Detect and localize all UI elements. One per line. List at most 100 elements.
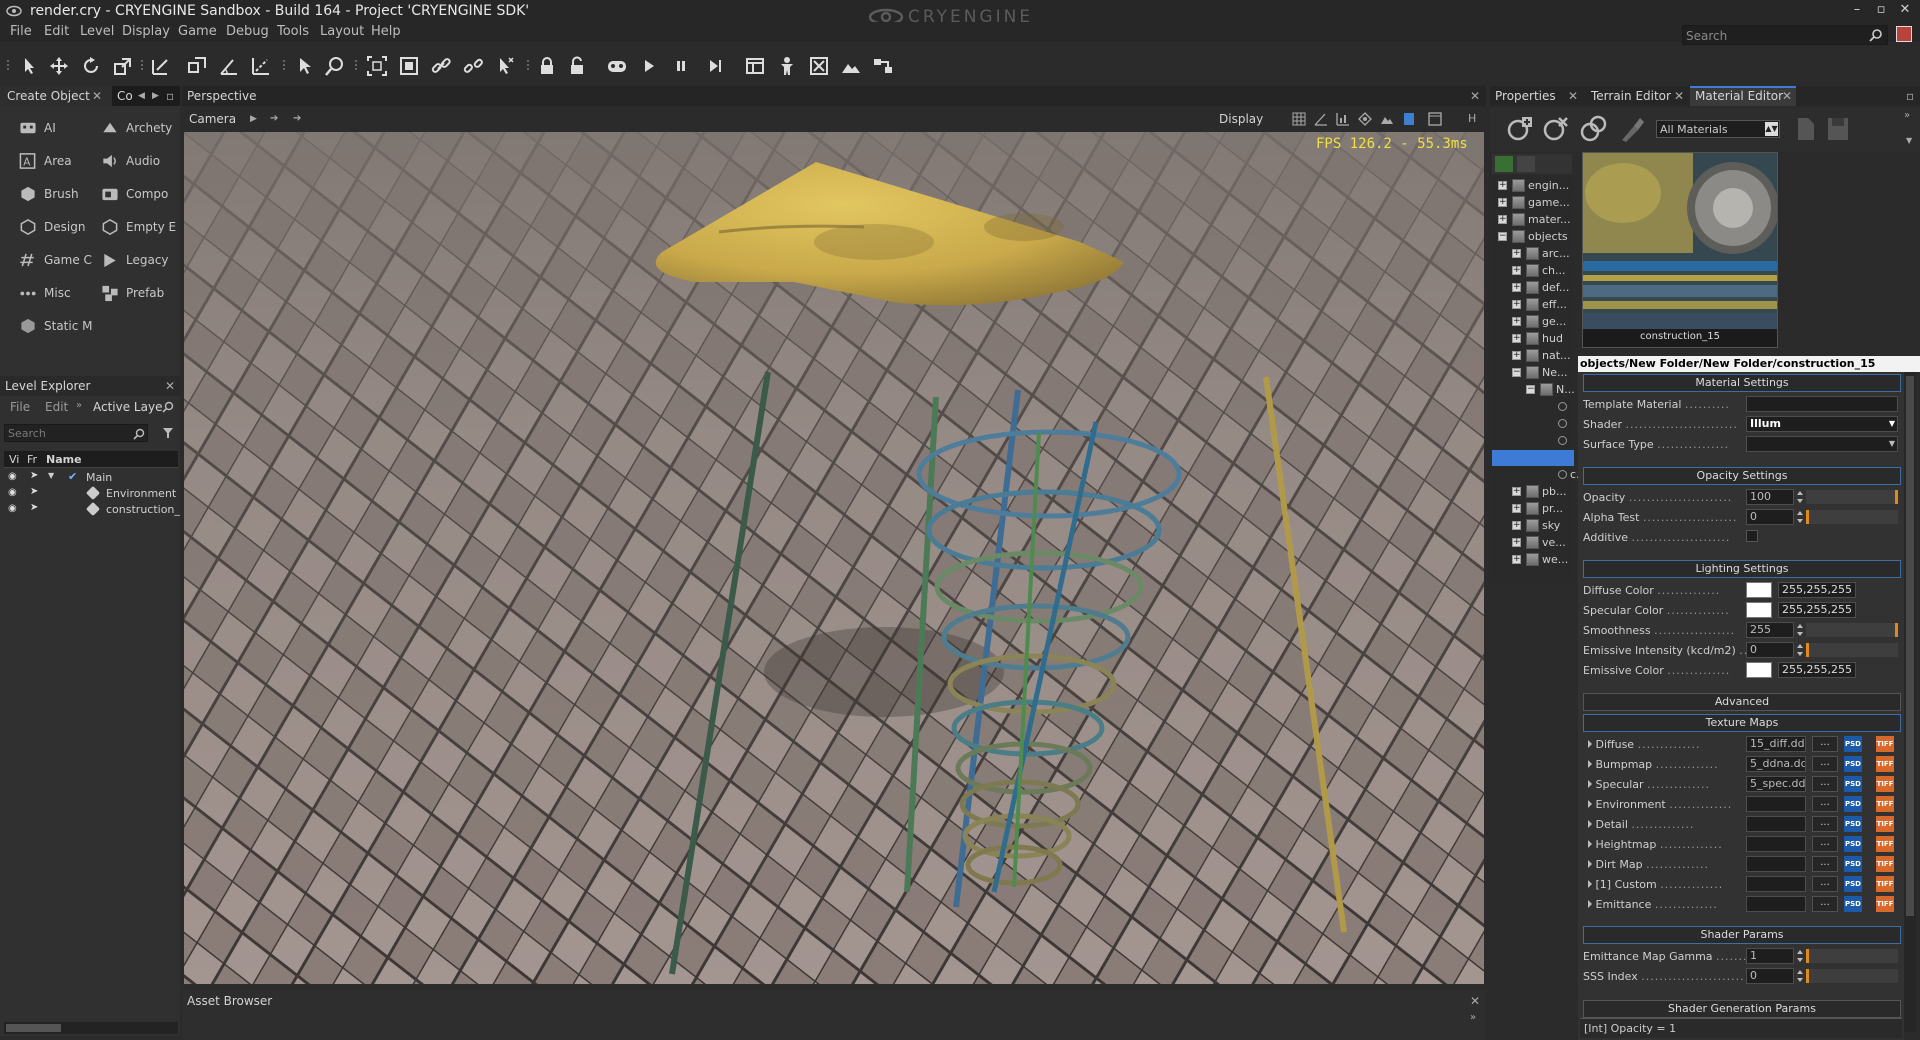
expand-toggle-icon[interactable]: + [1512, 300, 1521, 309]
expand-toggle-icon[interactable]: + [1498, 181, 1507, 190]
open-in-photoshop-icon[interactable]: PSD [1844, 876, 1862, 892]
close-window-button[interactable]: ✕ [1894, 2, 1916, 18]
emittance-gamma-spinner[interactable] [1796, 948, 1804, 964]
cursor-icon[interactable]: ➤ [30, 470, 38, 481]
expand-toggle-icon[interactable]: + [1512, 317, 1521, 326]
texture-maps-header[interactable]: Texture Maps [1583, 714, 1901, 732]
tree-item[interactable]: + nat... [1494, 348, 1574, 364]
select-tool-icon[interactable] [18, 55, 40, 77]
tree-item[interactable]: + mater... [1494, 212, 1574, 228]
expand-toggle-icon[interactable]: + [1512, 266, 1521, 275]
character-icon[interactable] [776, 55, 798, 77]
texture-path-input[interactable] [1746, 796, 1806, 812]
pause-icon[interactable] [670, 55, 692, 77]
expand-toggle-icon[interactable]: + [1512, 538, 1521, 547]
template-material-field[interactable] [1746, 396, 1898, 412]
minimize-button[interactable]: – [1846, 2, 1868, 18]
open-tiff-icon[interactable]: TIFF [1876, 836, 1894, 852]
expand-toggle-icon[interactable]: + [1498, 198, 1507, 207]
menu-display[interactable]: Display [122, 24, 170, 39]
copy-material-icon[interactable] [1796, 116, 1816, 142]
scale-snap-icon[interactable] [1336, 112, 1350, 126]
float-panel-icon[interactable]: ▫ [166, 89, 174, 103]
shader-params-header[interactable]: Shader Params [1583, 926, 1901, 944]
expand-toggle-icon[interactable]: + [1512, 334, 1521, 343]
tree-item[interactable]: + pb... [1494, 484, 1574, 500]
tree-item[interactable]: + we... [1494, 552, 1574, 568]
snap-scale-icon[interactable] [250, 55, 272, 77]
emissive-intensity-spinner[interactable] [1796, 642, 1804, 658]
chevron-right-icon[interactable]: ▶ [250, 114, 257, 124]
more-chevron-icon[interactable]: » [76, 400, 82, 411]
browse-texture-button[interactable]: ... [1812, 736, 1838, 752]
link-icon[interactable] [430, 55, 452, 77]
tab-scroll-left-icon[interactable]: ◀ [138, 91, 145, 101]
close-tab-icon[interactable]: ✕ [1568, 89, 1578, 103]
lighting-settings-header[interactable]: Lighting Settings [1583, 560, 1901, 578]
find-icon[interactable] [324, 55, 346, 77]
close-viewport-icon[interactable]: ✕ [1470, 89, 1480, 103]
multi-material-icon[interactable] [1580, 114, 1608, 144]
emittance-gamma-slider[interactable] [1806, 949, 1898, 963]
scrollbar-thumb[interactable] [1906, 376, 1914, 916]
expand-arrow-icon[interactable] [1588, 800, 1592, 808]
emissive-intensity-slider[interactable] [1806, 643, 1898, 657]
texture-path-input[interactable] [1746, 856, 1806, 872]
rotate-tool-icon[interactable] [80, 55, 102, 77]
surface-type-select[interactable]: ▼ [1746, 436, 1898, 452]
tree-item[interactable]: + sky [1494, 518, 1574, 534]
expand-arrow-icon[interactable] [1588, 740, 1592, 748]
cursor-icon[interactable]: ➤ [30, 486, 38, 497]
tab-co-label[interactable]: Co [117, 89, 133, 103]
open-tiff-icon[interactable]: TIFF [1876, 856, 1894, 872]
flowgraph-icon[interactable] [872, 55, 894, 77]
expand-arrow-icon[interactable] [1588, 860, 1592, 868]
expand-toggle-icon[interactable]: + [1512, 504, 1521, 513]
expand-toggle-icon[interactable]: − [1526, 385, 1535, 394]
tree-item[interactable]: + game... [1494, 195, 1574, 211]
diffuse-color-swatch[interactable] [1746, 582, 1772, 598]
delete-material-icon[interactable] [1542, 114, 1570, 144]
eye-icon[interactable]: ◉ [8, 487, 17, 498]
scale-tool-icon[interactable] [112, 55, 134, 77]
texture-path-input[interactable]: 5_ddna.dds [1746, 756, 1806, 772]
unlink-icon[interactable] [462, 55, 484, 77]
viewport-tab-label[interactable]: Perspective [187, 89, 257, 103]
terrain-snap-icon[interactable] [1380, 112, 1394, 126]
open-in-photoshop-icon[interactable]: PSD [1844, 836, 1862, 852]
opacity-slider[interactable] [1806, 490, 1898, 504]
notification-icon[interactable] [1896, 26, 1912, 42]
open-in-photoshop-icon[interactable]: PSD [1844, 756, 1862, 772]
sss-index-input[interactable]: 0 [1746, 968, 1794, 984]
maximize-viewport-icon[interactable] [1428, 112, 1442, 126]
emissive-color-input[interactable]: 255,255,255 [1778, 662, 1856, 678]
expand-toggle-icon[interactable]: + [1512, 249, 1521, 258]
tree-item[interactable]: + arc... [1494, 246, 1574, 262]
expand-toggle-icon[interactable]: + [1512, 555, 1521, 564]
texture-path-input[interactable] [1746, 896, 1806, 912]
unlock-icon[interactable] [566, 55, 588, 77]
column-name[interactable]: Name [46, 453, 82, 466]
material-preview[interactable]: construction_15 [1582, 152, 1779, 348]
level-explorer-hscrollbar[interactable] [4, 1022, 178, 1034]
menu-level[interactable]: Level [80, 24, 114, 39]
dropdown-arrow-icon[interactable]: ▼ [1906, 136, 1912, 145]
menu-help[interactable]: Help [371, 24, 401, 39]
smoothness-spinner[interactable] [1796, 622, 1804, 638]
close-panel-icon[interactable]: ✕ [165, 379, 175, 393]
search-icon[interactable] [1517, 156, 1535, 172]
save-camera-icon[interactable] [1402, 112, 1416, 126]
tree-item[interactable]: − Ne... [1494, 365, 1574, 381]
open-in-photoshop-icon[interactable]: PSD [1844, 796, 1862, 812]
angle-snap-icon[interactable] [1314, 112, 1328, 126]
smoothness-slider[interactable] [1806, 623, 1898, 637]
menu-file[interactable]: File [10, 24, 32, 39]
open-tiff-icon[interactable]: TIFF [1876, 736, 1894, 752]
alpha-test-input[interactable]: 0 [1746, 509, 1794, 525]
material-filter-select[interactable]: All Materials ▲▼ [1656, 120, 1780, 138]
expand-toggle-icon[interactable]: − [1512, 368, 1521, 377]
3d-viewport[interactable] [184, 132, 1484, 984]
eye-icon[interactable]: ◉ [8, 503, 17, 514]
tree-item[interactable]: + ge... [1494, 314, 1574, 330]
tree-item[interactable]: + ch... [1494, 263, 1574, 279]
